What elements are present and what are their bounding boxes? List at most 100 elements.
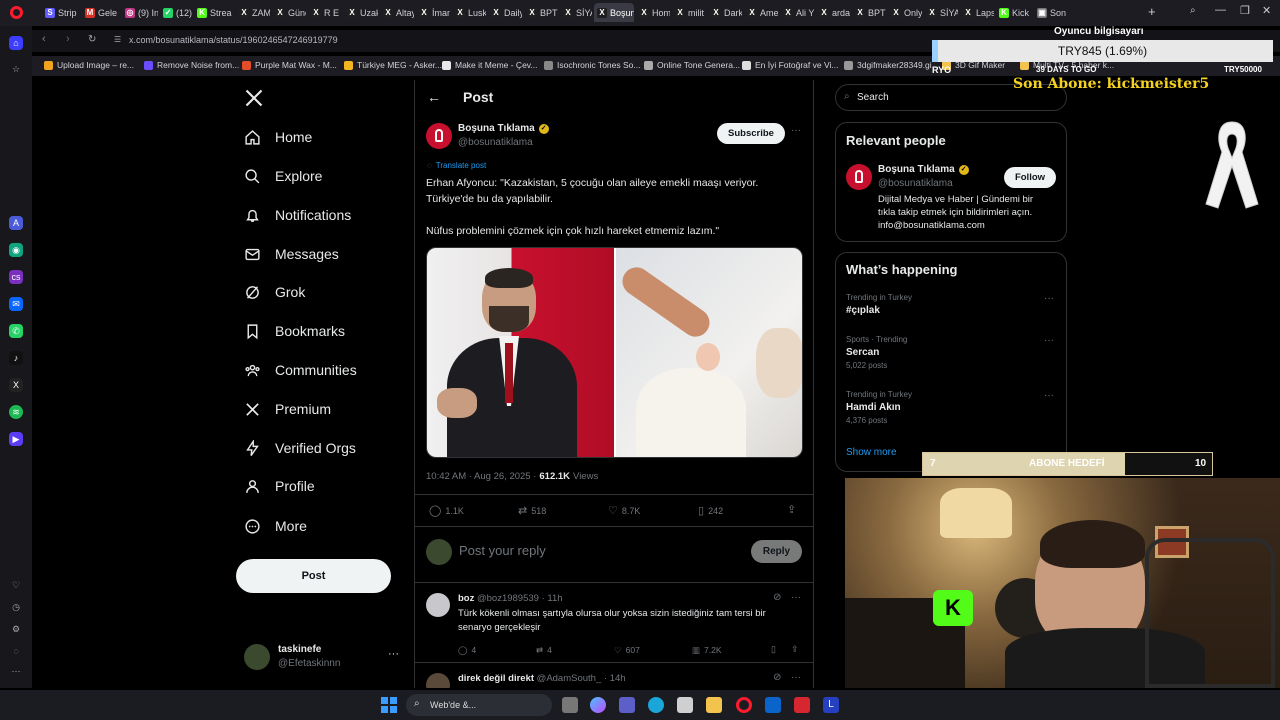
browser-tab[interactable]: XSİYA: [560, 3, 592, 22]
browser-tab[interactable]: Xmilit: [672, 3, 706, 22]
bulb-icon[interactable]: ◌: [9, 644, 23, 658]
maximize-icon[interactable]: ❐: [1240, 4, 1250, 17]
settings-icon[interactable]: ⚙: [9, 622, 23, 636]
browser-tab[interactable]: XGüne: [272, 3, 306, 22]
history-icon[interactable]: ◷: [9, 600, 23, 614]
nav-explore[interactable]: Explore: [244, 164, 322, 188]
aria-icon[interactable]: A: [9, 216, 23, 230]
folder-icon[interactable]: [706, 697, 722, 713]
reply-views-count[interactable]: ▥ 7.2K: [692, 645, 722, 656]
bookmark-action[interactable]: ▯ 242: [698, 504, 723, 517]
subscribe-button[interactable]: Subscribe: [717, 123, 785, 144]
browser-tab[interactable]: X Daily: [488, 3, 522, 22]
messenger-icon[interactable]: ✉: [9, 297, 23, 311]
reply-action[interactable]: ◯ 1.1K: [429, 504, 464, 517]
post-media[interactable]: [426, 247, 803, 458]
x-app-icon[interactable]: X: [9, 378, 23, 392]
browser-tab[interactable]: X ZAM: [236, 3, 270, 22]
more-icon[interactable]: ⋯: [9, 664, 23, 678]
site-info-icon[interactable]: ☰: [114, 35, 121, 44]
nav-bookmarks[interactable]: Bookmarks: [244, 319, 345, 343]
star-icon[interactable]: ☆: [9, 62, 23, 76]
browser-tab[interactable]: X Only: [888, 3, 922, 22]
nav-verified-orgs[interactable]: Verified Orgs: [244, 436, 356, 460]
bookmark-item[interactable]: Isochronic Tones So...: [544, 60, 640, 70]
whatsapp-icon[interactable]: ✆: [9, 324, 23, 338]
grok-icon[interactable]: ⊘: [773, 592, 781, 603]
browser-tab[interactable]: S Strip: [42, 3, 80, 22]
teams-icon[interactable]: [619, 697, 635, 713]
trend-item[interactable]: Trending in Turkey Hamdi Akın 4,376 post…: [846, 390, 1058, 425]
person-name[interactable]: Boşuna Tıklama ✓: [878, 164, 969, 175]
browser-tab[interactable]: XUzak: [344, 3, 378, 22]
search-tabs-icon[interactable]: ⌕: [1190, 5, 1196, 16]
repost-action[interactable]: ⇄ 518: [518, 504, 546, 517]
show-more-link[interactable]: Show more: [846, 447, 897, 458]
nav-messages[interactable]: Messages: [244, 242, 339, 266]
more-dots-icon[interactable]: ···: [791, 125, 801, 136]
browser-tab[interactable]: X Hom: [636, 3, 670, 22]
edge-icon[interactable]: [648, 697, 664, 713]
opera-logo-icon[interactable]: [10, 6, 23, 19]
outlook-icon[interactable]: [765, 697, 781, 713]
browser-tab[interactable]: XAli Yı: [780, 3, 814, 22]
browser-tab[interactable]: X Altay: [380, 3, 414, 22]
bookmark-item[interactable]: Türkiye MEG - Asker...: [344, 60, 442, 70]
post-time[interactable]: 10:42 AM · Aug 26, 2025 ·: [426, 471, 536, 482]
reply-author-name[interactable]: direk değil direkt: [458, 673, 534, 684]
like-action[interactable]: ♡ 8.7K: [608, 504, 640, 517]
nav-profile[interactable]: Profile: [244, 474, 315, 498]
author-name[interactable]: Boşuna Tıklama ✓: [458, 123, 549, 134]
reply-author-name[interactable]: boz: [458, 593, 474, 604]
browser-tab[interactable]: X Dark: [708, 3, 742, 22]
more-dots-icon[interactable]: ···: [1044, 390, 1054, 401]
spotify-icon[interactable]: ≋: [9, 405, 23, 419]
browser-tab[interactable]: K Kick: [996, 3, 1032, 22]
taskbar-search[interactable]: ⌕ Web'de &...: [406, 694, 552, 716]
minimize-icon[interactable]: —: [1215, 4, 1226, 16]
bookmark-icon[interactable]: ▯: [771, 644, 776, 655]
reply-repost-count[interactable]: ⇄ 4: [536, 645, 552, 656]
browser-tab[interactable]: ▣ Son: [1034, 3, 1066, 22]
person-avatar[interactable]: [846, 164, 872, 190]
reply-reply-count[interactable]: ◯ 4: [458, 645, 476, 656]
x-logo-icon[interactable]: [244, 88, 264, 108]
app-icon[interactable]: cs: [9, 270, 23, 284]
tiktok-icon[interactable]: ♪: [9, 351, 23, 365]
person-bio[interactable]: info@bosunatiklama.com: [878, 220, 985, 231]
share-icon[interactable]: ⇪: [787, 503, 796, 516]
reply-item[interactable]: boz @boz1989539 · 11h ⊘ ··· Türk kökenli…: [415, 583, 813, 661]
windows-start-icon[interactable]: [381, 697, 397, 713]
bookmark-item[interactable]: 3dgifmaker28349.gi...: [844, 60, 939, 70]
opera-icon[interactable]: [736, 697, 752, 713]
bookmark-item[interactable]: Upload Image – re...: [44, 60, 134, 70]
forward-icon[interactable]: ›: [66, 33, 70, 45]
app-icon[interactable]: [794, 697, 810, 713]
chatgpt-icon[interactable]: ◉: [9, 243, 23, 257]
nav-notifications[interactable]: Notifications: [244, 203, 351, 227]
follow-button[interactable]: Follow: [1004, 167, 1056, 188]
bookmark-item[interactable]: Make it Meme - Çev...: [442, 60, 538, 70]
browser-tab[interactable]: X Lusk: [452, 3, 486, 22]
more-dots-icon[interactable]: ···: [791, 592, 801, 603]
reply-button[interactable]: Reply: [751, 540, 802, 563]
grok-icon[interactable]: ⊘: [773, 672, 781, 683]
url-field[interactable]: x.com/bosunatiklama/status/1960246547246…: [129, 35, 338, 45]
more-dots-icon[interactable]: ···: [1044, 335, 1054, 346]
account-switcher[interactable]: taskinefe @Efetaskinnn ···: [244, 642, 404, 676]
app-icon[interactable]: L: [823, 697, 839, 713]
more-dots-icon[interactable]: ···: [1044, 293, 1054, 304]
browser-tab[interactable]: ◎ (9) In: [122, 3, 158, 22]
browser-tab[interactable]: X İman: [416, 3, 450, 22]
browser-tab[interactable]: X BPT: [524, 3, 558, 22]
bookmark-item[interactable]: En İyi Fotoğraf ve Vi...: [742, 60, 838, 70]
reply-like-count[interactable]: ♡ 607: [614, 645, 640, 656]
nav-home[interactable]: Home: [244, 125, 312, 149]
store-icon[interactable]: [677, 697, 693, 713]
browser-tab[interactable]: X Laps: [960, 3, 994, 22]
bookmark-item[interactable]: Online Tone Genera...: [644, 60, 740, 70]
heart-icon[interactable]: ♡: [9, 578, 23, 592]
browser-tab[interactable]: XSİYA: [924, 3, 958, 22]
more-dots-icon[interactable]: ···: [791, 672, 801, 683]
close-window-icon[interactable]: ✕: [1262, 4, 1271, 17]
